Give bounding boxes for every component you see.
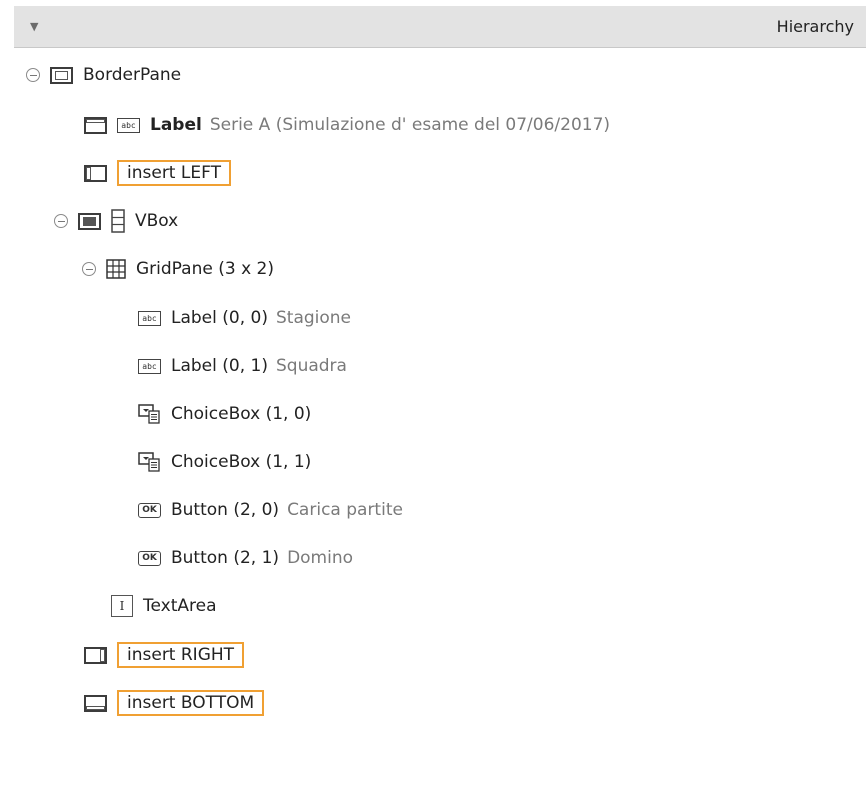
- tree-item-label: Button (2, 1): [171, 548, 280, 568]
- collapse-toggle-icon[interactable]: [26, 68, 40, 82]
- label-icon: abc: [117, 117, 140, 133]
- label-icon: abc: [138, 310, 161, 326]
- insert-bottom-slot[interactable]: insert BOTTOM: [117, 690, 265, 716]
- border-center-position-icon: [78, 212, 101, 230]
- tree-item-label: ChoiceBox (1, 1): [171, 452, 312, 472]
- tree-item-textarea[interactable]: I TextArea: [111, 591, 217, 621]
- tree-item-label: Label (0, 1): [171, 356, 268, 376]
- collapse-caret-icon[interactable]: ▼: [30, 20, 38, 33]
- tree-item-label: Label: [150, 115, 202, 135]
- button-icon: OK: [138, 502, 161, 518]
- tree-item-button-20[interactable]: OK Button (2, 0) Carica partite: [138, 495, 403, 525]
- insert-left-slot[interactable]: insert LEFT: [117, 160, 231, 186]
- tree-item-insert-bottom[interactable]: insert BOTTOM: [84, 688, 265, 718]
- insert-right-slot[interactable]: insert RIGHT: [117, 642, 245, 668]
- tree-item-desc: Stagione: [275, 308, 352, 328]
- tree-item-vbox[interactable]: VBox: [54, 206, 178, 236]
- tree-item-label-01[interactable]: abc Label (0, 1) Squadra: [138, 351, 347, 381]
- hierarchy-panel: ▼ Hierarchy BorderPane abc Label Serie A…: [14, 0, 866, 785]
- tree-item-label: Label (0, 0): [171, 308, 268, 328]
- textarea-icon: I: [111, 595, 133, 617]
- tree-item-choicebox-10[interactable]: ChoiceBox (1, 0): [138, 399, 311, 429]
- tree-item-label: VBox: [135, 211, 179, 231]
- tree-item-borderpane[interactable]: BorderPane: [26, 60, 181, 90]
- tree-item-desc: Squadra: [275, 356, 347, 376]
- tree-item-label-top[interactable]: abc Label Serie A (Simulazione d' esame …: [84, 110, 610, 140]
- tree-item-label: ChoiceBox (1, 0): [171, 404, 312, 424]
- tree-item-label: BorderPane: [83, 65, 182, 85]
- label-icon: abc: [138, 358, 161, 374]
- borderpane-icon: [50, 66, 73, 84]
- border-top-position-icon: [84, 116, 107, 134]
- tree-item-desc: Carica partite: [287, 500, 403, 520]
- vbox-icon: [111, 209, 125, 233]
- tree-item-desc: Domino: [287, 548, 354, 568]
- tree-item-choicebox-11[interactable]: ChoiceBox (1, 1): [138, 447, 311, 477]
- panel-title: Hierarchy: [776, 17, 854, 36]
- tree-item-label: Button (2, 0): [171, 500, 280, 520]
- hierarchy-header[interactable]: ▼ Hierarchy: [14, 6, 866, 48]
- tree-item-label-00[interactable]: abc Label (0, 0) Stagione: [138, 303, 351, 333]
- choicebox-icon: [138, 404, 161, 424]
- gridpane-icon: [106, 259, 126, 279]
- tree-item-label: TextArea: [143, 596, 217, 616]
- collapse-toggle-icon[interactable]: [82, 262, 96, 276]
- collapse-toggle-icon[interactable]: [54, 214, 68, 228]
- choicebox-icon: [138, 452, 161, 472]
- tree-item-label: GridPane (3 x 2): [136, 259, 274, 279]
- border-bottom-position-icon: [84, 694, 107, 712]
- border-right-position-icon: [84, 646, 107, 664]
- tree-item-button-21[interactable]: OK Button (2, 1) Domino: [138, 543, 353, 573]
- tree-item-desc: Serie A (Simulazione d' esame del 07/06/…: [209, 115, 611, 135]
- tree-item-gridpane[interactable]: GridPane (3 x 2): [82, 254, 274, 284]
- border-left-position-icon: [84, 164, 107, 182]
- tree-item-insert-right[interactable]: insert RIGHT: [84, 640, 245, 670]
- button-icon: OK: [138, 550, 161, 566]
- tree-item-insert-left[interactable]: insert LEFT: [84, 158, 231, 188]
